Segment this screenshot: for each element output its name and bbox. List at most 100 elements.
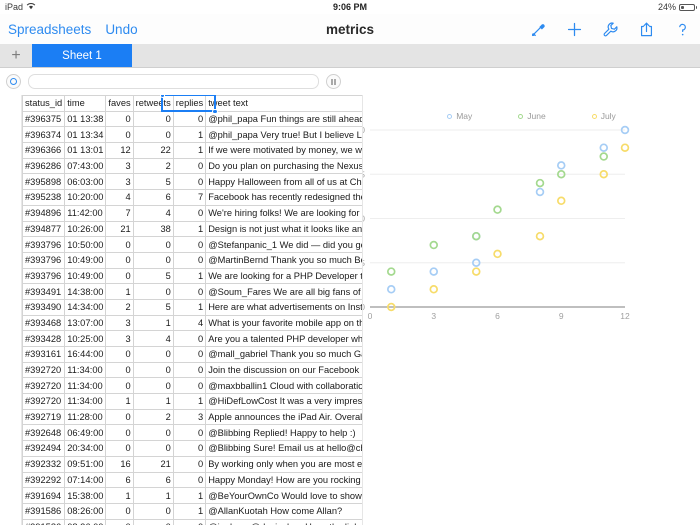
cell-tweet-text[interactable]: We are looking for a PHP Developer to jo… [205,267,363,285]
share-icon[interactable] [638,21,655,38]
cell-status-id[interactable]: #392292 [21,471,66,489]
cell-time[interactable]: 10:20:00 [64,189,107,206]
cell-time[interactable]: 07:14:00 [64,471,107,489]
cell-replies[interactable]: 0 [172,346,207,363]
cell-retweets[interactable]: 1 [132,314,174,332]
cell-retweets[interactable]: 0 [132,518,174,525]
cell-replies[interactable]: 0 [172,236,207,253]
cell-replies[interactable]: 1 [172,502,207,520]
chart-point-may[interactable] [535,187,545,197]
cell-replies[interactable]: 0 [172,424,207,442]
cell-status-id[interactable]: #396374 [21,126,66,144]
cell-tweet-text[interactable]: Happy Monday! How are you rocking it thi… [205,471,363,489]
cell-tweet-text[interactable]: @mall_gabriel Thank you so much Gabriel.… [205,346,363,363]
cell-time[interactable]: 11:34:00 [64,393,107,410]
cell-time[interactable]: 10:25:00 [64,330,107,347]
table-row[interactable]: #395898 06:03:00 3 5 0 Happy Halloween from a… [21,173,363,191]
cell-time[interactable]: 06:49:00 [64,424,107,442]
add-sheet-button[interactable]: + [0,44,32,67]
table-row[interactable]: #392292 07:14:00 6 6 0 Happy Monday! How are … [21,471,363,489]
table-row[interactable]: #396366 01 13:01 12 22 1 If we were motivated… [21,142,363,159]
cell-status-id[interactable]: #392648 [21,424,66,442]
cell-faves[interactable]: 0 [105,408,134,426]
cell-status-id[interactable]: #396375 [21,110,66,128]
cell-retweets[interactable]: 6 [132,471,174,489]
sheet-tab-sheet-1[interactable]: Sheet 1 [32,44,132,67]
formula-input[interactable] [28,74,319,89]
cell-status-id[interactable]: #393161 [21,346,66,363]
cell-time[interactable]: 06:03:00 [64,173,107,191]
cell-faves[interactable]: 12 [105,142,134,159]
cell-time[interactable]: 10:49:00 [64,251,107,269]
table-row[interactable]: #396375 01 13:38 0 0 0 @phil_papa Fun things … [21,110,363,128]
cell-replies[interactable]: 1 [172,298,207,316]
scatter-chart[interactable]: 0 5 10 15 20 0 3 6 9 12 [363,95,700,525]
cell-status-id[interactable]: #393491 [21,283,66,300]
cell-status-id[interactable]: #393796 [21,236,66,253]
cell-faves[interactable]: 1 [105,487,134,504]
chart-point-july[interactable] [493,249,502,259]
cell-replies[interactable]: 0 [172,377,207,395]
cell-faves[interactable]: 3 [105,157,134,175]
table-row[interactable]: #393161 16:44:00 0 0 0 @mall_gabriel Thank yo… [21,346,363,363]
cell-replies[interactable]: 1 [172,142,207,159]
table-row[interactable]: #392720 11:34:00 1 1 1 @HiDefLowCost It was a… [21,393,363,410]
table-row[interactable]: #393491 14:38:00 1 0 0 @Soum_Fares We are all… [21,283,363,300]
column-header-time[interactable]: time [64,95,107,112]
wrench-icon[interactable] [602,21,619,38]
cell-time[interactable]: 14:38:00 [64,283,107,300]
cell-retweets[interactable]: 22 [132,142,174,159]
chart-point-july[interactable] [471,267,481,276]
table-row[interactable]: #392720 11:34:00 0 0 0 Join the discussion on… [21,361,363,379]
cell-time[interactable]: 09:51:00 [64,455,107,473]
column-header-tweet-text[interactable]: tweet text [205,95,363,112]
cell-retweets[interactable]: 6 [132,189,174,206]
chart-point-june[interactable] [535,178,545,188]
cell-tweet-text[interactable]: @HiDefLowCost It was a very impressive c… [205,393,363,410]
cell-time[interactable]: 20:34:00 [64,440,107,457]
cell-replies[interactable]: 0 [172,455,207,473]
cell-faves[interactable]: 0 [105,502,134,520]
cell-faves[interactable]: 0 [105,126,134,144]
cell-faves[interactable]: 7 [105,204,134,222]
cell-retweets[interactable]: 0 [132,502,174,520]
pause-icon[interactable] [326,74,341,89]
cell-status-id[interactable]: #396366 [21,142,66,159]
cell-retweets[interactable]: 0 [132,377,174,395]
cell-status-id[interactable]: #396286 [21,157,66,175]
cell-tweet-text[interactable]: If we were motivated by money, we would … [205,142,363,159]
cell-time[interactable]: 01 13:01 [64,142,107,159]
cell-retweets[interactable]: 1 [132,393,174,410]
chart-point-june[interactable] [599,152,609,161]
cell-replies[interactable]: 0 [172,283,207,300]
cell-tweet-text[interactable]: @joekrug @dasjoshua Have the link to the… [205,518,363,525]
cell-faves[interactable]: 0 [105,267,134,285]
cell-faves[interactable]: 0 [105,424,134,442]
cell-retweets[interactable]: 4 [132,330,174,347]
spreadsheet-pane[interactable]: status_id time faves retweets replies tw… [0,95,363,525]
cell-tweet-text[interactable]: Design is not just what it looks like an… [205,220,363,238]
cell-time[interactable]: 08:26:00 [64,518,107,525]
cell-status-id[interactable]: #392494 [21,440,66,457]
cell-retweets[interactable]: 0 [132,126,174,144]
cell-faves[interactable]: 1 [105,283,134,300]
cell-faves[interactable]: 0 [105,518,134,525]
cell-replies[interactable]: 1 [172,487,207,504]
cell-time[interactable]: 07:43:00 [64,157,107,175]
chart-point-july[interactable] [557,196,566,206]
table-row[interactable]: #396286 07:43:00 3 2 0 Do you plan on purchas… [21,157,363,175]
cell-retweets[interactable]: 0 [132,283,174,300]
cell-replies[interactable]: 0 [172,471,207,489]
cell-status-id[interactable]: #392720 [21,361,66,379]
cell-tweet-text[interactable]: @Blibbing Sure! Email us at hello@chopda… [205,440,363,457]
cell-tweet-text[interactable]: @phil_papa Fun things are still ahead fo… [205,110,363,128]
table-row[interactable]: #391586 08:26:00 0 0 1 @AllanKuotah How come … [21,502,363,520]
cell-status-id[interactable]: #391586 [21,502,66,520]
cell-faves[interactable]: 16 [105,455,134,473]
cell-time[interactable]: 01 13:34 [64,126,107,144]
cell-retweets[interactable]: 0 [132,346,174,363]
cell-faves[interactable]: 0 [105,110,134,128]
cell-retweets[interactable]: 1 [132,487,174,504]
cell-tweet-text[interactable]: What is your favorite mobile app on the … [205,314,363,332]
chart-point-may[interactable] [599,143,609,152]
